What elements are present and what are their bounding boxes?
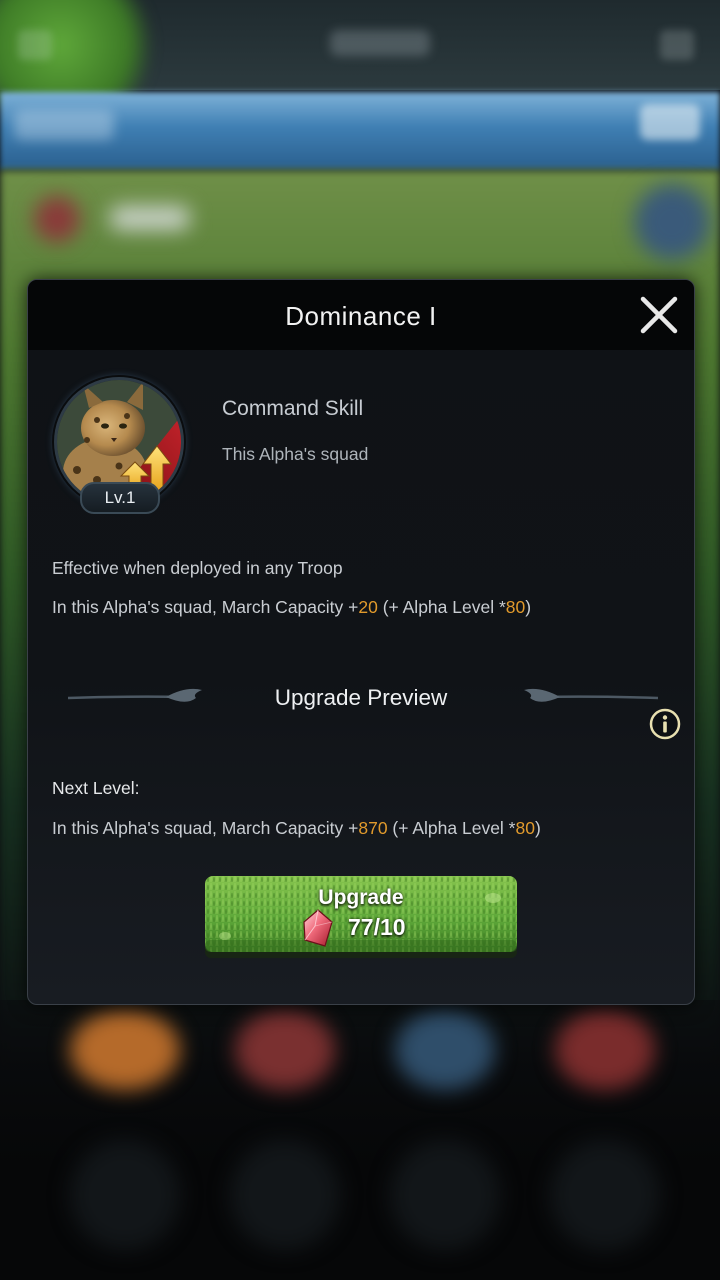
background-slot-blur bbox=[390, 1140, 500, 1250]
effect-suffix: ) bbox=[525, 597, 532, 617]
level-badge: Lv.1 bbox=[80, 482, 160, 514]
upgrade-button-label: Upgrade bbox=[318, 886, 404, 909]
next-effect-prefix: In this Alpha's squad, March Capacity + bbox=[52, 818, 359, 838]
background-banner-button-blur bbox=[640, 104, 700, 140]
background-slot-blur bbox=[70, 1010, 180, 1090]
red-gem-icon bbox=[303, 909, 333, 947]
dialog-title: Dominance I bbox=[285, 301, 437, 331]
effect-prefix: In this Alpha's squad, March Capacity + bbox=[52, 597, 359, 617]
info-button[interactable] bbox=[649, 708, 681, 740]
close-button[interactable] bbox=[634, 290, 684, 340]
background-slot-blur bbox=[70, 1140, 180, 1250]
skill-detail-dialog: Dominance I Lv.1 Command Skill This Alph… bbox=[27, 279, 695, 1005]
background-slot-blur bbox=[235, 1010, 335, 1090]
background-banner-text-blur bbox=[14, 110, 114, 140]
background-menu-icon bbox=[660, 30, 694, 60]
upgrade-button[interactable]: Upgrade 77/10 bbox=[203, 874, 519, 960]
next-effect-middle: (+ Alpha Level * bbox=[387, 818, 516, 838]
upgrade-preview-section: Upgrade Preview bbox=[28, 672, 694, 722]
background-slot-blur bbox=[395, 1010, 495, 1090]
skill-scope-label: This Alpha's squad bbox=[222, 444, 369, 464]
next-effect-base-value: 870 bbox=[358, 818, 388, 838]
effect-middle: (+ Alpha Level * bbox=[377, 597, 506, 617]
background-title-blur bbox=[330, 30, 430, 56]
close-icon bbox=[640, 296, 678, 334]
background-label-blur bbox=[110, 206, 190, 230]
skill-type-label: Command Skill bbox=[222, 397, 364, 420]
background-avatar-blur bbox=[34, 196, 80, 242]
background-slot-blur bbox=[550, 1140, 660, 1250]
info-icon bbox=[649, 708, 681, 740]
background-portrait-blur bbox=[634, 184, 710, 260]
background-slot-blur bbox=[555, 1010, 655, 1090]
effect-base-value: 20 bbox=[358, 597, 378, 617]
divider-wing-right-icon bbox=[524, 688, 658, 702]
next-effect-text: In this Alpha's squad, March Capacity +8… bbox=[52, 818, 541, 839]
effect-condition-text: Effective when deployed in any Troop bbox=[52, 558, 343, 578]
dialog-header: Dominance I bbox=[28, 280, 694, 350]
current-effect-text: In this Alpha's squad, March Capacity +2… bbox=[52, 597, 531, 618]
background-back-icon bbox=[18, 30, 52, 60]
background-slot-blur bbox=[230, 1140, 340, 1250]
effect-per-level-value: 80 bbox=[505, 597, 526, 617]
upgrade-cost-value: 77/10 bbox=[348, 914, 406, 940]
next-effect-per-level-value: 80 bbox=[515, 818, 535, 838]
next-effect-suffix: ) bbox=[534, 818, 541, 838]
next-level-label: Next Level: bbox=[52, 778, 140, 798]
